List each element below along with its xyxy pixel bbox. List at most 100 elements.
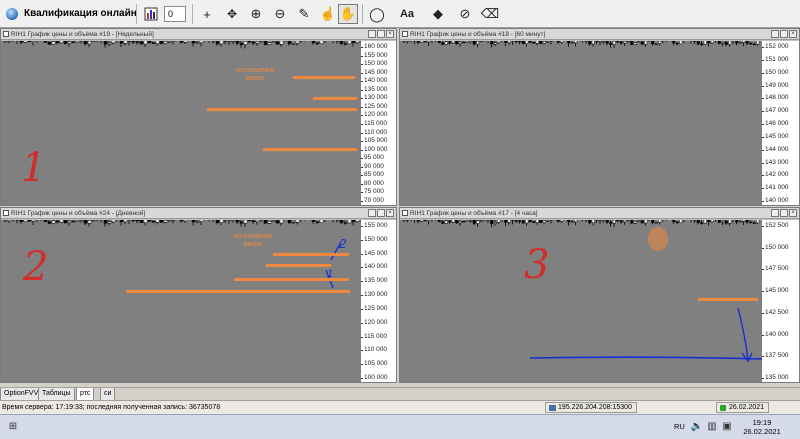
minimize-icon[interactable] xyxy=(368,30,376,38)
toolbar-separator xyxy=(362,4,363,24)
maximize-icon[interactable] xyxy=(780,30,788,38)
candle-body xyxy=(591,39,595,45)
bar-chart-icon[interactable] xyxy=(141,4,161,24)
chart-window-daily[interactable]: RIH1 График цены и объёма #24 - [Дневной… xyxy=(0,207,397,383)
candle-body xyxy=(567,38,571,44)
candle-body xyxy=(640,220,644,224)
candle-body xyxy=(351,38,356,43)
candle-body xyxy=(227,219,232,222)
price-plot[interactable]: 3 xyxy=(400,213,766,382)
candle-body xyxy=(423,39,427,43)
wave-number: 3 xyxy=(524,242,550,288)
zoom-out-icon[interactable]: ⊖ xyxy=(270,4,290,24)
price-axis: 152 000 151 000 150 000 149 000 148 000 147 0… xyxy=(762,41,799,205)
maximize-icon[interactable] xyxy=(780,209,788,217)
axis-tick-label: 145 000 xyxy=(762,287,789,295)
candle-body xyxy=(123,38,128,44)
axis-tick-label: 152 000 xyxy=(762,43,789,50)
candle-body xyxy=(23,218,28,223)
axis-tick-label: 95 000 xyxy=(361,154,384,162)
candle-body xyxy=(91,40,96,43)
candle-body xyxy=(47,42,52,45)
chart-window-4h[interactable]: RIH1 График цены и объёма #17 - [4 часа]… xyxy=(399,207,800,383)
candle-body xyxy=(724,41,728,45)
close-icon[interactable]: × xyxy=(386,209,394,217)
candle-body xyxy=(159,217,164,223)
crosshair-icon[interactable]: + xyxy=(197,4,217,24)
level-line xyxy=(273,253,349,256)
maximize-icon[interactable] xyxy=(377,30,385,38)
volume-icon[interactable]: 🔈 xyxy=(690,421,704,433)
pencil-icon[interactable]: ✎ xyxy=(294,4,314,24)
candle-body xyxy=(560,38,564,43)
candle-body xyxy=(633,221,637,224)
axis-tick-label: 143 000 xyxy=(762,158,789,166)
workspace-tabs: OptionFVV Таблицы ртс си xyxy=(0,387,800,401)
candle-body xyxy=(139,219,144,223)
hide-icon[interactable]: ⊘ xyxy=(455,4,475,24)
level-line xyxy=(126,290,350,293)
window-buttons[interactable]: × xyxy=(368,209,394,217)
spin-input[interactable]: 0 xyxy=(164,6,186,22)
axis-tick-label: 151 000 xyxy=(762,55,789,63)
candle-body xyxy=(598,219,602,222)
price-plot[interactable]: поглощение вверх 1 xyxy=(1,34,364,205)
tray-icon[interactable]: ▣ xyxy=(720,421,734,433)
candle-body xyxy=(458,220,462,224)
start-icon[interactable]: ⊞ xyxy=(6,421,20,433)
maximize-icon[interactable] xyxy=(377,209,385,217)
minimize-icon[interactable] xyxy=(368,209,376,217)
price-plot[interactable] xyxy=(400,35,762,205)
candle-body xyxy=(633,42,637,45)
window-buttons[interactable]: × xyxy=(771,30,797,38)
hand-icon[interactable]: ☝ xyxy=(318,4,338,24)
close-icon[interactable]: × xyxy=(789,209,797,217)
candle-body xyxy=(31,217,36,222)
chart-window-icon xyxy=(3,210,9,216)
minimize-icon[interactable] xyxy=(771,209,779,217)
text-icon[interactable]: Aa xyxy=(397,4,417,24)
close-icon[interactable]: × xyxy=(386,30,394,38)
price-plot[interactable]: поглощение вверх 2 2 1 xyxy=(1,214,364,382)
window-buttons[interactable]: × xyxy=(368,30,394,38)
candle-body xyxy=(738,42,742,44)
candle-body xyxy=(107,221,112,224)
chart-window-weekly[interactable]: RIH1 График цены и объёма #19 - [Недельн… xyxy=(0,28,397,206)
move-icon[interactable]: ✥ xyxy=(222,4,242,24)
close-icon[interactable]: × xyxy=(789,30,797,38)
annotation-text: поглощение вверх xyxy=(233,233,273,248)
eraser-icon[interactable]: ⌫ xyxy=(480,4,500,24)
language-indicator[interactable]: RU xyxy=(674,422,685,431)
fill-icon[interactable]: ◆ xyxy=(428,4,448,24)
zoom-in-icon[interactable]: ⊕ xyxy=(246,4,266,24)
candle-body xyxy=(724,220,728,224)
axis-tick-label: 141 000 xyxy=(762,184,789,192)
candle-body xyxy=(651,39,655,45)
ellipse-icon[interactable]: ◯ xyxy=(367,4,387,24)
candle-body xyxy=(605,40,609,44)
candle-body xyxy=(672,40,676,44)
candle-body xyxy=(416,40,420,43)
candle-body xyxy=(514,40,518,42)
server-status-text: Время сервера: 17:19:33; последняя получ… xyxy=(2,404,221,411)
minimize-icon[interactable] xyxy=(771,30,779,38)
hand-select-icon[interactable]: ✋ xyxy=(338,4,358,24)
candle-body xyxy=(444,41,448,45)
candle-body xyxy=(195,221,200,223)
candle-body xyxy=(339,219,344,223)
candle-body xyxy=(588,40,592,45)
candle-body xyxy=(402,41,406,43)
candle-body xyxy=(623,219,627,223)
candle-body xyxy=(271,220,276,222)
window-buttons[interactable]: × xyxy=(771,209,797,217)
candle-body xyxy=(191,217,196,222)
status-bar: Время сервера: 17:19:33; последняя получ… xyxy=(0,400,800,414)
candle-body xyxy=(47,221,52,224)
app-title: Квалификация онлайн xyxy=(24,8,137,19)
candle-body xyxy=(518,40,522,43)
network-icon[interactable]: ▥ xyxy=(705,421,719,433)
axis-tick-label: 147 500 xyxy=(762,265,789,273)
level-line xyxy=(263,148,357,151)
chart-window-60min[interactable]: RIH1 График цены и объёма #18 - [60 мину… xyxy=(399,28,800,206)
candle-body xyxy=(287,218,292,223)
